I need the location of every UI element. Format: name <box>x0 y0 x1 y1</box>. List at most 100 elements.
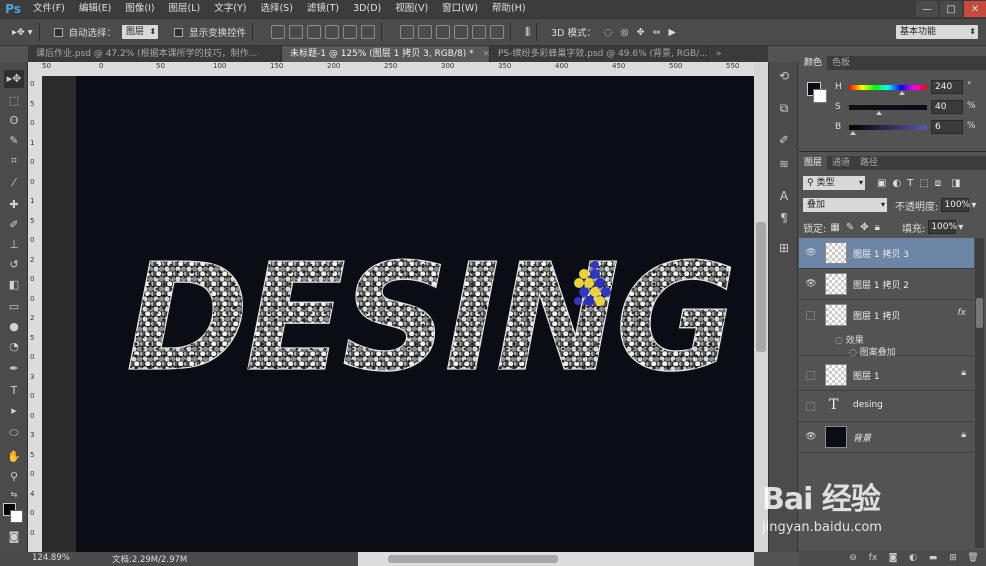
history-panel-icon[interactable]: ⟲ <box>776 68 792 84</box>
brightness-thumb[interactable] <box>850 131 856 135</box>
layer-row[interactable]: 👁︎ 图层 1 拷贝 2 <box>799 269 974 300</box>
minimize-button[interactable]: — <box>916 1 938 17</box>
tab-overflow-icon[interactable]: » <box>708 46 748 62</box>
visibility-toggle-empty[interactable] <box>806 402 815 411</box>
hand-tool-icon[interactable]: ✋ <box>4 448 24 466</box>
hue-slider[interactable] <box>849 85 927 90</box>
add-mask-icon[interactable]: ◙ <box>886 552 900 564</box>
adjustment-layer-icon[interactable]: ◐ <box>906 552 920 564</box>
lock-position-icon[interactable]: ✥ <box>860 222 868 233</box>
document-canvas[interactable]: DESING DESING <box>76 76 754 552</box>
scale-3d-icon[interactable]: ▶ <box>669 27 676 38</box>
fill-dropdown-icon[interactable]: ▾ <box>958 222 963 233</box>
menu-3d[interactable]: 3D(D) <box>346 0 388 18</box>
visibility-toggle-empty[interactable] <box>806 371 815 380</box>
new-layer-icon[interactable]: ⊞ <box>946 552 960 564</box>
dodge-tool-icon[interactable]: ◔ <box>4 338 24 356</box>
align-right-icon[interactable] <box>361 25 376 39</box>
tab-swatches[interactable]: 色板 <box>827 56 855 70</box>
pen-tool-icon[interactable]: ✒ <box>4 360 24 378</box>
brush-panel-icon[interactable]: ✐ <box>776 132 792 148</box>
layer-fx-badge[interactable]: fx <box>958 308 967 318</box>
menu-file[interactable]: 文件(F) <box>26 0 72 18</box>
move-tool-preset-icon[interactable]: ▸✥ ▾ <box>12 27 33 38</box>
properties-panel-icon[interactable]: ⧉ <box>776 100 792 116</box>
close-button[interactable]: ✕ <box>964 1 986 17</box>
align-bottom-icon[interactable] <box>307 25 322 39</box>
layer-row[interactable]: 图层 1 拷贝 fx ◌ 效果 ◌ 图案叠加 <box>799 300 974 358</box>
layer-filter-dropdown[interactable]: ⚲ 类型 <box>803 176 865 190</box>
distribute-right-icon[interactable] <box>490 25 505 39</box>
gradient-tool-icon[interactable]: ▭ <box>4 298 24 316</box>
marquee-tool-icon[interactable]: ⬚ <box>4 92 24 110</box>
tab-doc-2[interactable]: 未标题-1 @ 125% (图层 1 拷贝 3, RGB/8) * × <box>282 46 490 62</box>
character-panel-icon[interactable]: A <box>776 188 792 204</box>
swap-colors-icon[interactable]: ⇆ <box>4 486 24 504</box>
auto-select-checkbox[interactable] <box>53 27 63 37</box>
effects-eye-icon[interactable]: ◌ <box>835 336 843 346</box>
menu-filter[interactable]: 滤镜(T) <box>300 0 346 18</box>
visibility-eye-icon[interactable]: 👁︎ <box>805 431 817 443</box>
visibility-eye-icon[interactable]: 👁︎ <box>805 247 817 259</box>
delete-layer-icon[interactable]: 🗑︎ <box>966 552 980 564</box>
distribute-hcenter-icon[interactable] <box>472 25 487 39</box>
align-vcenter-icon[interactable] <box>289 25 304 39</box>
opacity-dropdown-icon[interactable]: ▾ <box>971 200 976 211</box>
align-left-icon[interactable] <box>325 25 340 39</box>
close-tab-icon[interactable]: × <box>482 49 489 59</box>
saturation-thumb[interactable] <box>876 111 882 115</box>
filter-pixel-icon[interactable]: ▣ <box>877 178 886 189</box>
brightness-slider[interactable] <box>849 125 927 130</box>
new-group-icon[interactable]: ▬ <box>926 552 940 564</box>
filter-type-icon[interactable]: T <box>907 178 913 189</box>
tab-layers[interactable]: 图层 <box>799 156 828 170</box>
tab-color[interactable]: 颜色 <box>799 56 828 70</box>
type-tool-icon[interactable]: T <box>4 382 24 400</box>
show-transform-checkbox[interactable] <box>174 27 184 37</box>
distribute-left-icon[interactable] <box>454 25 469 39</box>
tab-doc-1[interactable]: 课后作业.psd @ 47.2% (根据本课所学的技巧，制作... <box>28 46 282 62</box>
layer-row[interactable]: 👁︎ 图层 1 拷贝 3 <box>799 238 974 269</box>
menu-help[interactable]: 帮助(H) <box>485 0 533 18</box>
lock-transparent-icon[interactable]: ▦ <box>830 222 839 233</box>
tab-doc-3[interactable]: PS-缤纷多彩蜂巢字效.psd @ 49.6% (背景, RGB/... <box>490 46 708 62</box>
filter-smart-icon[interactable]: ⧈ <box>935 178 941 189</box>
pattern-overlay-row[interactable]: ◌ 图案叠加 <box>849 345 896 358</box>
workspace-dropdown[interactable]: 基本功能 <box>896 25 978 39</box>
menu-select[interactable]: 选择(S) <box>253 0 299 18</box>
crop-tool-icon[interactable]: ⌗ <box>4 152 24 170</box>
color-bg-swatch[interactable] <box>813 89 827 103</box>
menu-layer[interactable]: 图层(L) <box>162 0 208 18</box>
visibility-eye-icon[interactable]: 👁︎ <box>805 278 817 290</box>
paragraph-panel-icon[interactable]: ¶ <box>776 210 792 226</box>
distribute-vcenter-icon[interactable] <box>418 25 433 39</box>
add-style-icon[interactable]: fx <box>866 552 880 564</box>
tab-channels[interactable]: 通道 <box>827 156 855 170</box>
layer-row[interactable]: 图层 1 🔒︎ <box>799 360 974 391</box>
quick-select-tool-icon[interactable]: ✎ <box>4 132 24 150</box>
distribute-bottom-icon[interactable] <box>436 25 451 39</box>
slide-3d-icon[interactable]: ⇔ <box>653 27 661 38</box>
link-layers-icon[interactable]: ⊖ <box>846 552 860 564</box>
document-size[interactable]: 文档:2.29M/2.97M <box>112 553 187 565</box>
visibility-toggle-empty[interactable] <box>806 311 815 320</box>
lock-all-icon[interactable]: 🔒︎ <box>875 222 880 233</box>
align-hcenter-icon[interactable] <box>343 25 358 39</box>
brush-presets-panel-icon[interactable]: ≋ <box>776 156 792 172</box>
clone-source-panel-icon[interactable]: ⊞ <box>776 240 792 256</box>
blur-tool-icon[interactable]: ● <box>4 318 24 336</box>
layer-row[interactable]: T desing <box>799 391 974 422</box>
menu-image[interactable]: 图像(I) <box>118 0 161 18</box>
eraser-tool-icon[interactable]: ◧ <box>4 276 24 294</box>
tab-paths[interactable]: 路径 <box>855 156 883 170</box>
zoom-tool-icon[interactable]: ⚲ <box>4 468 24 486</box>
blend-mode-dropdown[interactable]: 叠加 <box>803 198 887 212</box>
layers-scrollbar[interactable] <box>975 238 984 548</box>
move-tool-icon[interactable]: ▸✥ <box>4 70 24 88</box>
scroll-thumb[interactable] <box>388 555 558 563</box>
filter-toggle-icon[interactable]: ◨ <box>951 178 960 189</box>
menu-view[interactable]: 视图(V) <box>388 0 435 18</box>
brightness-value[interactable]: 6 <box>931 120 963 134</box>
path-select-tool-icon[interactable]: ▸ <box>4 402 24 420</box>
eyedropper-tool-icon[interactable]: ⁄ <box>4 174 24 192</box>
